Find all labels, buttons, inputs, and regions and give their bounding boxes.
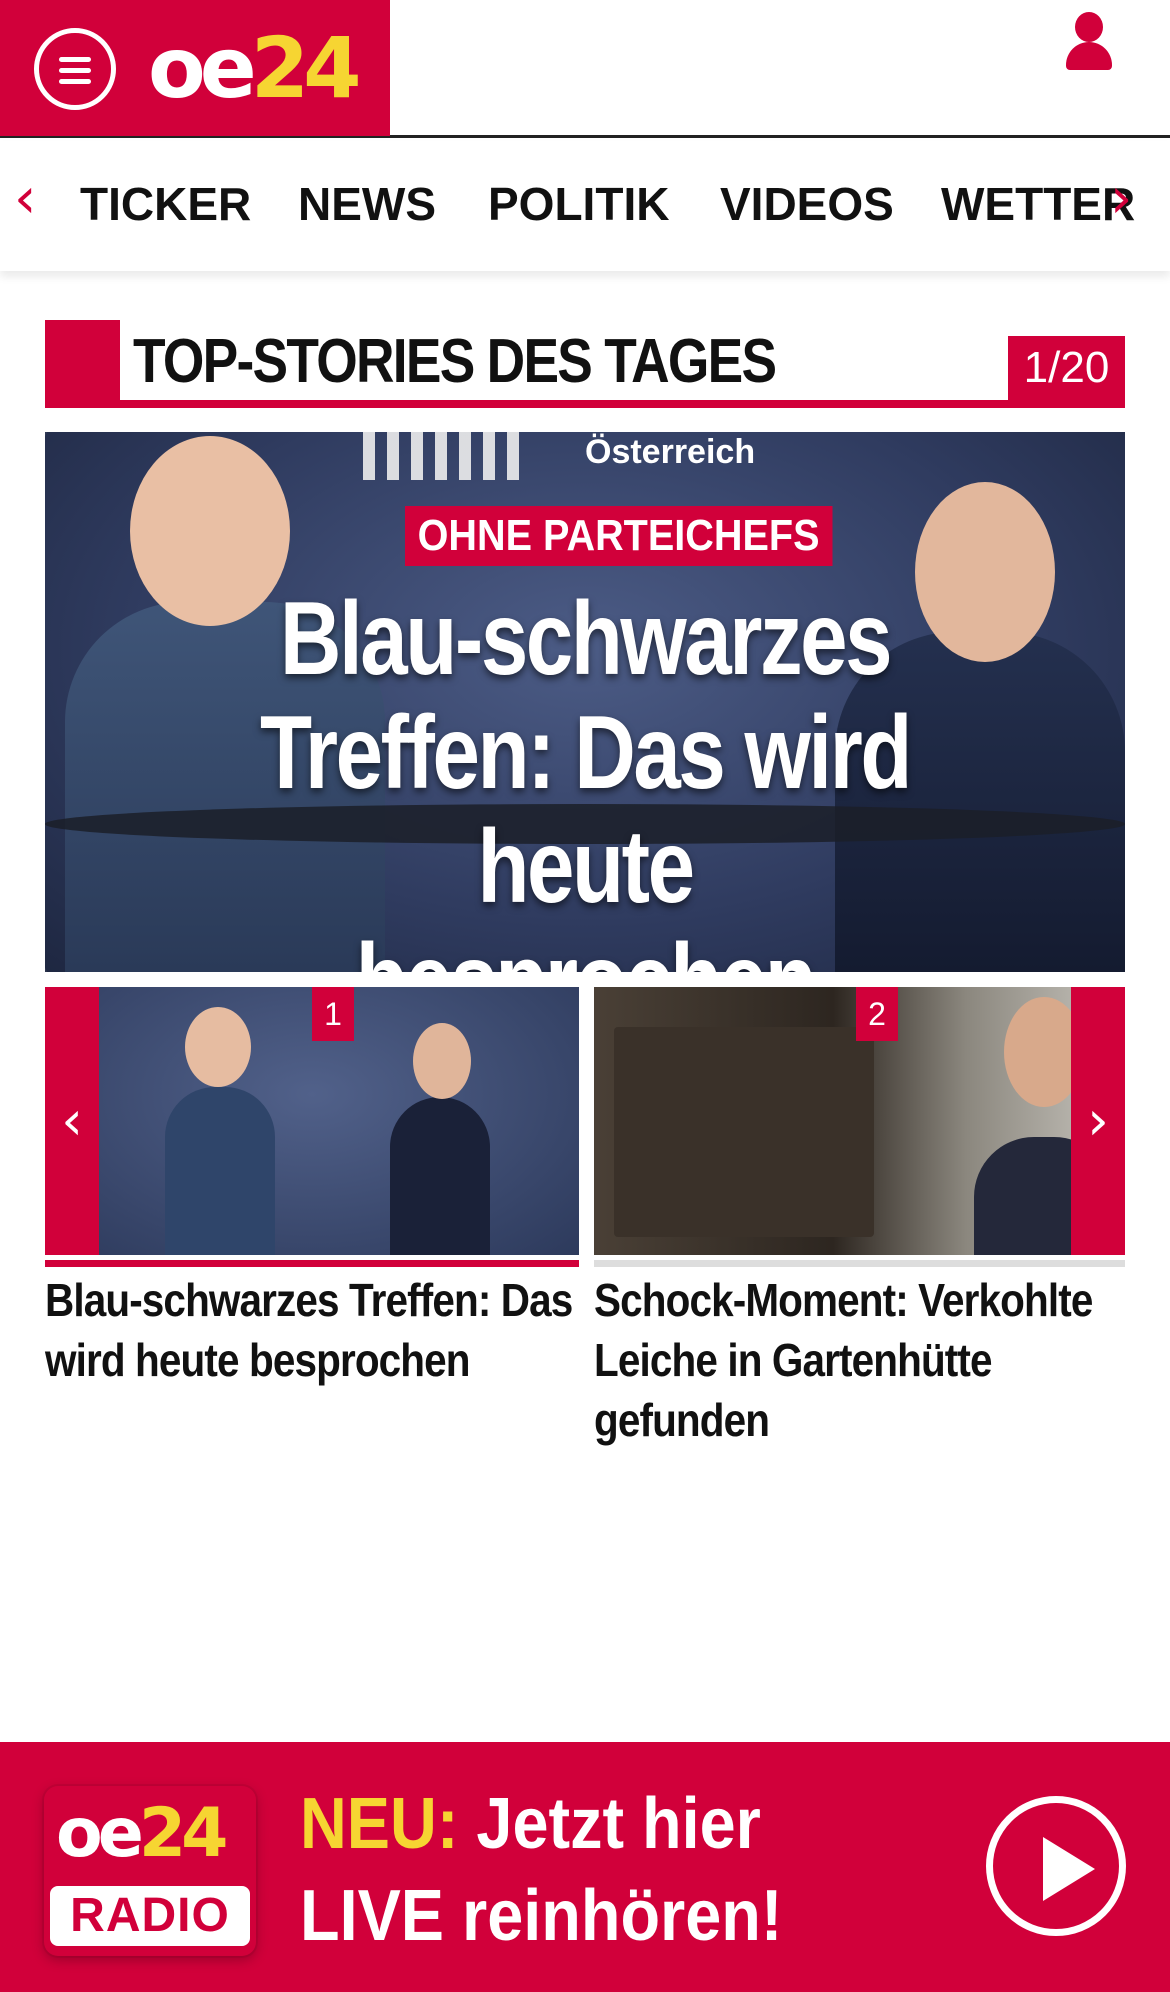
nav-next-arrow-icon[interactable]: › bbox=[1110, 169, 1132, 229]
story-carousel: 1 2 ‹ › bbox=[45, 987, 1125, 1255]
section-marker bbox=[45, 320, 120, 408]
carousel-item-2[interactable]: 2 bbox=[594, 987, 1125, 1255]
carousel-caption-2[interactable]: Schock-Moment: Verkohlte Leiche in Garte… bbox=[594, 1270, 1122, 1450]
carousel-next-button[interactable]: › bbox=[1071, 987, 1125, 1255]
nav-item-videos[interactable]: VIDEOS bbox=[720, 179, 894, 229]
nav-item-ticker[interactable]: TICKER bbox=[80, 179, 251, 229]
active-item-indicator bbox=[45, 1260, 579, 1267]
category-nav: ‹ TICKER NEWS POLITIK VIDEOS WETTER › bbox=[0, 141, 1170, 271]
carousel-number-badge: 1 bbox=[312, 987, 354, 1041]
neu-label: NEU: bbox=[300, 1784, 459, 1864]
carousel-caption-1[interactable]: Blau-schwarzes Treffen: Das wird heute b… bbox=[45, 1270, 577, 1390]
section-title: TOP-STORIES DES TAGES bbox=[133, 327, 777, 396]
carousel-item-1[interactable]: 1 bbox=[45, 987, 579, 1255]
hero-headline: Blau-schwarzes Treffen: Das wird heute b… bbox=[259, 581, 913, 972]
hero-tag: OHNE PARTEICHEFS bbox=[405, 506, 833, 566]
hamburger-menu-icon[interactable] bbox=[34, 28, 116, 110]
nav-item-news[interactable]: NEWS bbox=[298, 179, 436, 229]
inactive-item-indicator bbox=[594, 1260, 1125, 1267]
radio-banner[interactable]: oe24 RADIO NEU: Jetzt hier LIVE reinhöre… bbox=[0, 1742, 1170, 1992]
oe24-logo[interactable]: oe24 bbox=[148, 18, 362, 118]
site-header: oe24 bbox=[0, 0, 1170, 138]
oe24-radio-logo: oe24 RADIO bbox=[44, 1786, 256, 1956]
nav-item-politik[interactable]: POLITIK bbox=[488, 179, 669, 229]
section-header: TOP-STORIES DES TAGES 1/20 bbox=[45, 320, 1125, 408]
hero-story[interactable]: Österreich OHNE PARTEICHEFS Blau-schwarz… bbox=[45, 432, 1125, 972]
radio-logo-label: RADIO bbox=[50, 1886, 250, 1946]
hero-person-right-head bbox=[915, 482, 1055, 662]
user-icon[interactable] bbox=[1062, 12, 1116, 72]
nav-item-wetter[interactable]: WETTER bbox=[941, 179, 1135, 229]
radio-promo-text: NEU: Jetzt hier LIVE reinhören! bbox=[300, 1778, 782, 1962]
hero-background-text: Österreich bbox=[585, 433, 756, 471]
parliament-logo bbox=[363, 432, 523, 480]
brand-box: oe24 bbox=[0, 0, 390, 136]
play-icon[interactable] bbox=[986, 1796, 1126, 1936]
carousel-number-badge: 2 bbox=[856, 987, 898, 1041]
story-counter: 1/20 bbox=[1008, 336, 1125, 400]
carousel-prev-button[interactable]: ‹ bbox=[45, 987, 99, 1255]
nav-prev-arrow-icon[interactable]: ‹ bbox=[14, 169, 36, 229]
radio-line-1: Jetzt hier bbox=[476, 1784, 761, 1864]
radio-line-2: LIVE reinhören! bbox=[300, 1876, 783, 1956]
